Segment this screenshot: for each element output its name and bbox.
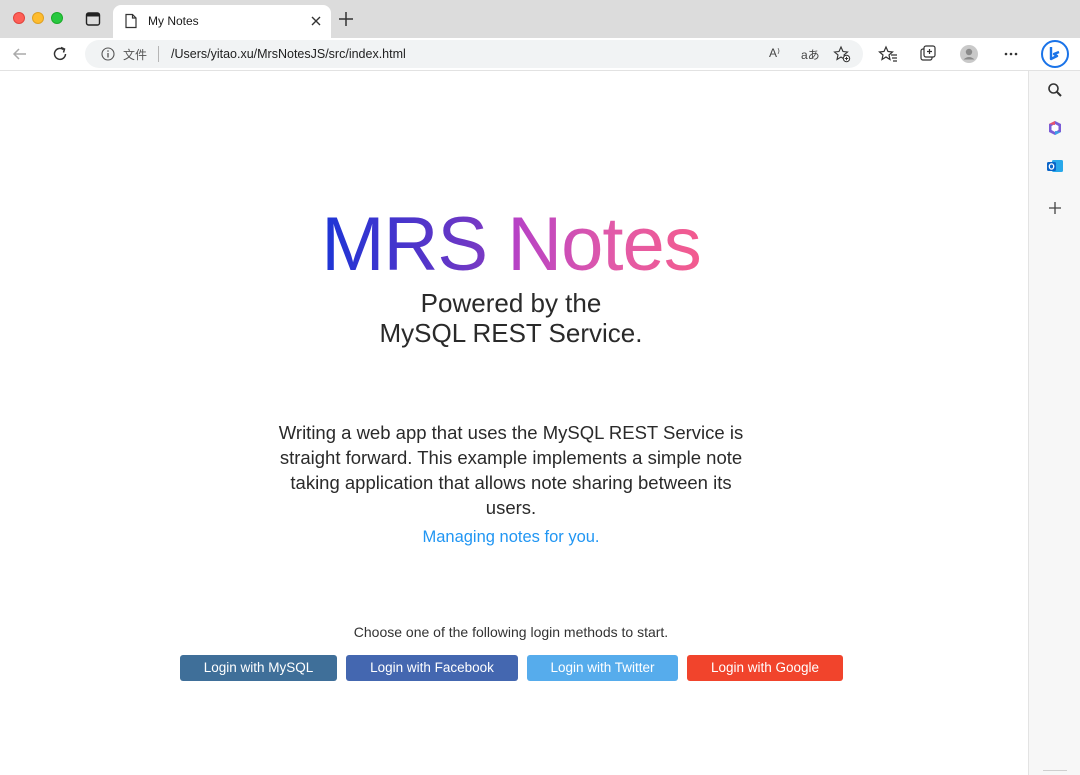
url-text[interactable]: /Users/yitao.xu/MrsNotesJS/src/index.htm… (171, 47, 406, 61)
window-maximize-button[interactable] (51, 12, 63, 24)
login-facebook-button[interactable]: Login with Facebook (346, 655, 518, 681)
new-tab-icon[interactable] (337, 10, 355, 28)
collections-icon[interactable] (918, 44, 938, 64)
page-content: MRS Notes Powered by the MySQL REST Serv… (0, 71, 1028, 775)
tab-actions-icon[interactable] (85, 11, 101, 27)
app-description: Writing a web app that uses the MySQL RE… (278, 422, 744, 518)
brand-notes: Notes (507, 202, 702, 287)
address-bar[interactable]: 文件 /Users/yitao.xu/MrsNotesJS/src/index.… (85, 40, 863, 68)
add-sidebar-app-icon[interactable] (1046, 199, 1064, 217)
motto-text: Managing notes for you. (422, 528, 600, 546)
info-icon[interactable] (101, 47, 115, 61)
add-favorite-icon[interactable] (833, 45, 851, 63)
search-icon[interactable] (1046, 81, 1064, 99)
brand-title: MRS Notes (0, 205, 1022, 285)
window-close-button[interactable] (13, 12, 25, 24)
tagline: Powered by the MySQL REST Service. (0, 288, 1022, 348)
office-icon[interactable] (1046, 119, 1064, 137)
tab-my-notes[interactable]: My Notes (113, 5, 331, 38)
tagline-line-1: Powered by the (420, 288, 602, 318)
translate-icon[interactable]: aあ (801, 46, 820, 63)
more-options-icon[interactable] (1001, 44, 1021, 64)
read-aloud-icon[interactable]: A⁾ (769, 46, 780, 60)
sidebar-divider (1043, 770, 1067, 771)
favorites-icon[interactable] (878, 44, 898, 64)
tab-close-icon[interactable] (307, 12, 325, 30)
bing-chat-icon[interactable] (1040, 39, 1070, 69)
profile-avatar-icon[interactable] (959, 44, 979, 64)
scheme-label: 文件 (123, 48, 148, 62)
tagline-line-2: MySQL REST Service. (379, 318, 643, 348)
reload-icon[interactable] (50, 44, 70, 64)
tab-title: My Notes (148, 14, 199, 28)
login-google-button[interactable]: Login with Google (687, 655, 843, 681)
login-twitter-button[interactable]: Login with Twitter (527, 655, 678, 681)
back-arrow-icon[interactable] (10, 44, 30, 64)
outlook-icon[interactable] (1046, 157, 1064, 175)
brand-mrs: MRS (321, 202, 488, 287)
page-icon (125, 13, 137, 29)
login-prompt: Choose one of the following login method… (353, 624, 669, 640)
title-bar: My Notes (0, 0, 1080, 38)
window-minimize-button[interactable] (32, 12, 44, 24)
edge-sidebar (1028, 71, 1080, 775)
login-mysql-button[interactable]: Login with MySQL (180, 655, 337, 681)
omnibox-divider (158, 46, 159, 62)
